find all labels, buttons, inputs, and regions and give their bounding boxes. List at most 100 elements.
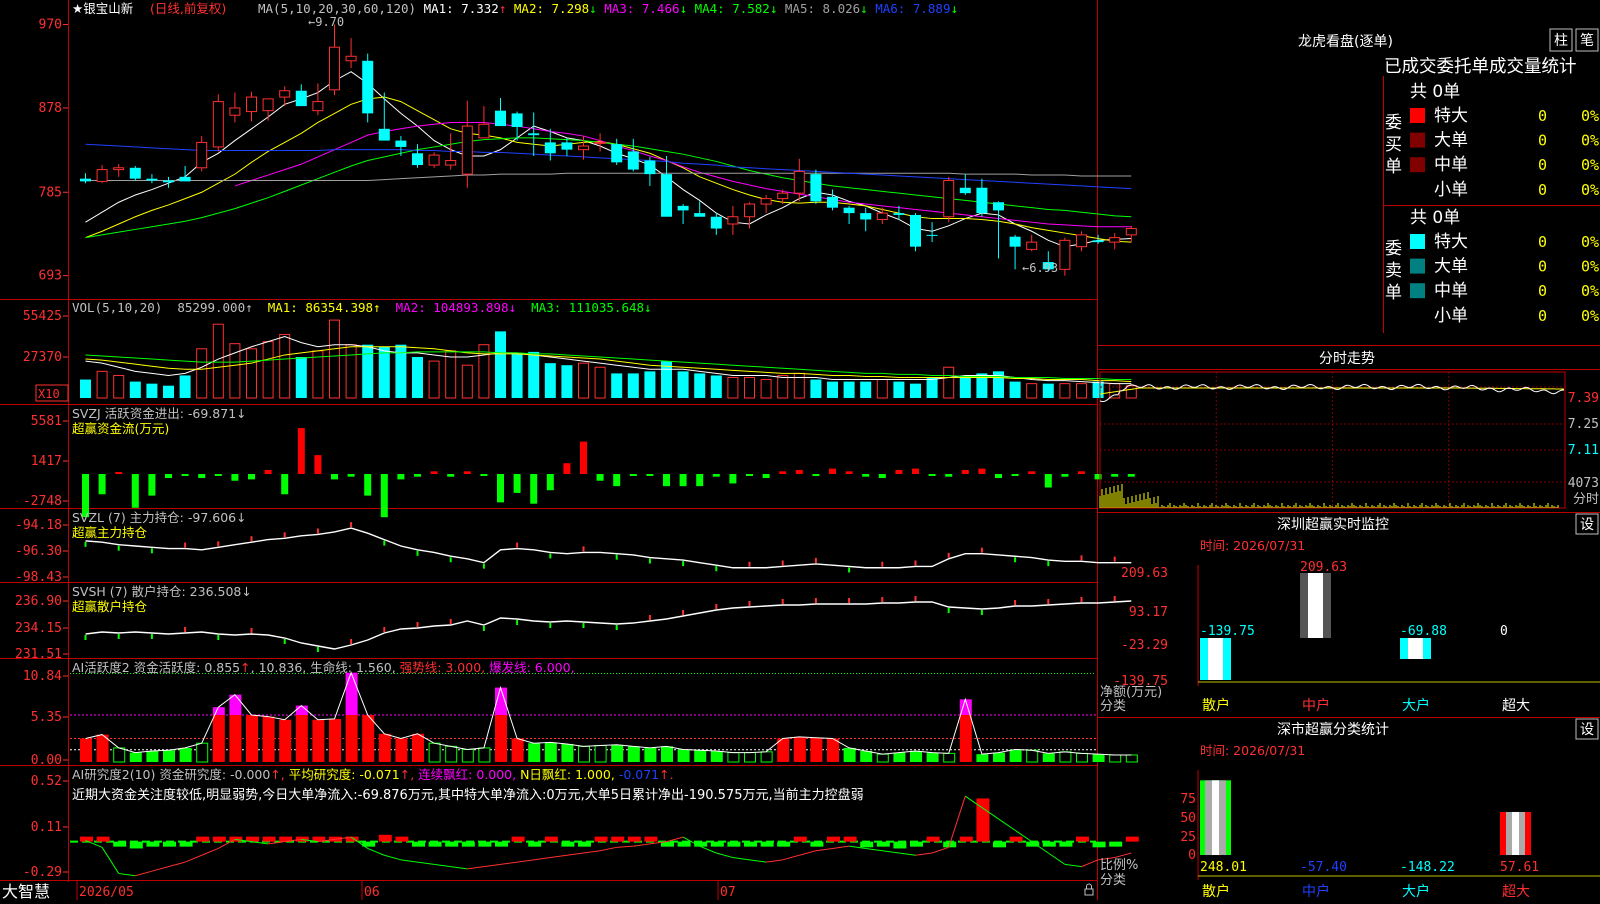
ai-research-bar-neg: [1042, 841, 1056, 847]
candle-body-up: [1076, 234, 1087, 248]
lhb-sell-row-pct: 0%: [1581, 282, 1599, 300]
lhb-buy-row-label: 小单: [1434, 180, 1468, 200]
ai-activity-bar-strong: [362, 715, 375, 762]
price-axis-label: 785: [39, 185, 62, 200]
ma-legend-gap: [868, 1, 876, 16]
volume-bar-down: [694, 373, 706, 398]
candle-body-down: [893, 213, 905, 215]
svzj-bar-in: [961, 469, 969, 474]
svzj-bars: [82, 428, 1135, 518]
volume-bar-down: [959, 375, 971, 398]
volume-bar-down: [810, 379, 822, 398]
sz-stats-settings-label[interactable]: 设: [1580, 722, 1594, 738]
stock-title[interactable]: ★银宝山新: [72, 1, 133, 16]
volume-bar-up: [113, 374, 125, 399]
lhb-sell-group-char: 卖: [1385, 261, 1402, 281]
ai-research-bar-neg: [727, 841, 741, 847]
sz-stats-bar-highlight: [1212, 780, 1219, 855]
stock-mode: (日线,前复权): [150, 1, 226, 16]
ai-research-axis: 0.52 0.11 -0.29: [23, 774, 68, 880]
ai-research-line-segment: [799, 850, 817, 856]
ai-research-line-segment: [931, 846, 949, 854]
ai-research-bar-neg: [910, 841, 923, 847]
ai-research-line-segment: [367, 847, 385, 856]
lhb-sell-group-char: 委: [1385, 239, 1402, 259]
lock-icon[interactable]: [1084, 883, 1094, 896]
ai-research-line-segment: [135, 870, 153, 877]
ai-research-line-segment: [998, 818, 1016, 831]
svzj-bar-out: [679, 474, 687, 487]
ai-activity-bar-weak: [677, 749, 690, 762]
price-axis-label: 970: [39, 18, 62, 33]
sz-monitor-category: 中户: [1302, 697, 1330, 714]
svzj-bar-out: [513, 474, 521, 493]
ai-research-line-segment: [583, 850, 601, 854]
volume-bar-down: [860, 381, 872, 398]
sz-monitor-settings-label[interactable]: 设: [1580, 517, 1594, 533]
ai-activity-bar-weak: [661, 746, 673, 762]
ai-research-legend-item-5: N日飘红: 1.000,: [520, 767, 619, 782]
ai-research-legend-item-3: ↑,: [400, 767, 418, 782]
volume-bar-up: [246, 348, 257, 399]
sz-monitor-caption: 分类: [1100, 699, 1126, 714]
ai-research-legend-item-7: ↑.: [659, 767, 673, 782]
ai-research-bar-pos: [1125, 836, 1139, 842]
ma-legend-arrow-4: ↓: [770, 1, 778, 16]
svzj-bar-out: [812, 474, 820, 476]
ai-activity-bar-hollow: [1026, 749, 1039, 763]
volume-bar-down: [146, 383, 158, 398]
svzj-bar-in: [829, 468, 836, 474]
sz-stats-axis-label: 75: [1180, 792, 1196, 807]
ai-activity-bar-hollow: [445, 745, 458, 763]
svsh-axis-label: 234.15: [15, 621, 62, 636]
ai-research-bar-neg: [1059, 841, 1073, 847]
ai-activity-bar-strong: [495, 715, 507, 762]
lhb-sell-row-label: 中单: [1434, 281, 1468, 301]
volume-bar-up: [876, 379, 888, 399]
ai-research-bar-neg: [528, 841, 542, 847]
ai-research-line-segment: [384, 854, 402, 861]
ai-research-line-segment: [915, 852, 933, 856]
candle-body-up: [1026, 241, 1038, 250]
footer-logo[interactable]: 大智慧: [2, 882, 50, 901]
volume-bar-up: [727, 377, 739, 399]
volume-bar-down: [827, 381, 838, 398]
ai-activity-bar-strong: [246, 715, 258, 762]
ai-activity-bar-weak: [893, 752, 906, 762]
svsh-line: [84, 596, 1132, 652]
sz-stats-category: 散户: [1202, 883, 1230, 900]
candle-body-up: [246, 96, 257, 113]
sz-stats-bar-highlight: [1512, 811, 1519, 855]
ai-research-legend-item-6: -0.071: [619, 767, 659, 782]
ai-activity-axis: 10.84 5.35 0.00: [23, 669, 68, 768]
lhb-sell-row-count: 0: [1538, 233, 1547, 251]
volume-bar-down: [378, 346, 390, 398]
sz-stats-category: 超大: [1502, 884, 1530, 900]
svzj-bar-out: [281, 474, 289, 495]
lhb-buy-row-count: 0: [1538, 181, 1547, 199]
candle-body-down: [661, 174, 672, 217]
ai-research-bar-neg: [179, 841, 193, 847]
ma-legend-gap: [416, 1, 424, 16]
ai-activity-bar-hollow: [113, 747, 126, 763]
date-axis-label: 06: [364, 885, 380, 900]
ai-research-bar-pos: [1009, 836, 1023, 842]
sz-monitor-value-label: -69.88: [1400, 624, 1447, 639]
ai-activity-bar-weak: [926, 752, 939, 762]
ai-activity-bar-burst: [212, 707, 225, 715]
volume-bar-up: [744, 377, 755, 399]
ai-activity-bar-weak: [1009, 749, 1022, 762]
candle-body-down: [561, 142, 573, 150]
lhb-tab-col-label[interactable]: 柱: [1554, 33, 1568, 49]
lhb-tab-stroke-label[interactable]: 笔: [1580, 33, 1594, 49]
svzj-bar-out: [131, 474, 139, 508]
ai-research-line-segment: [467, 866, 484, 870]
svzj-bar-out: [995, 474, 1002, 479]
candle-body-up: [760, 198, 772, 205]
ai-research-line-segment: [168, 861, 186, 868]
ma-line-ma5: [85, 172, 1132, 181]
ai-research-bar-pos: [511, 836, 525, 842]
sz-monitor-caption: 净额(万元): [1100, 685, 1162, 700]
ma-line-ma4: [85, 137, 1132, 239]
svzj-bar-out: [530, 474, 538, 504]
